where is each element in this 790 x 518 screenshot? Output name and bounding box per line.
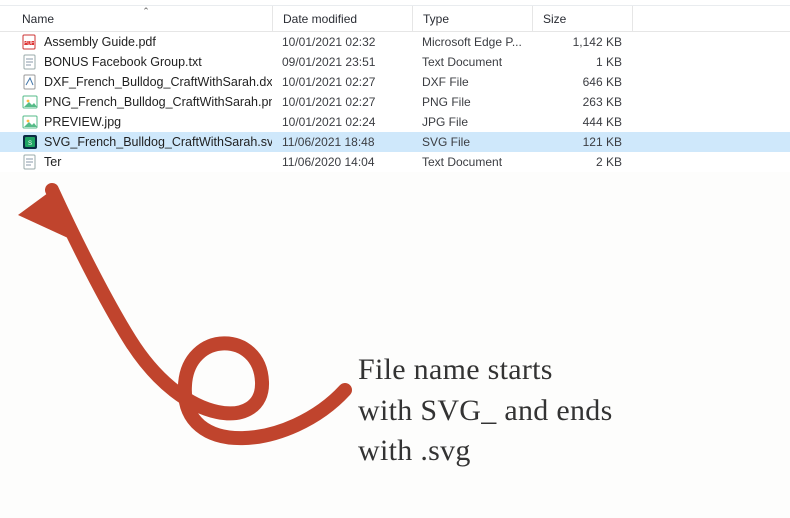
file-type-cell: SVG File xyxy=(412,135,532,149)
file-row[interactable]: Ter 11/06/2020 14:04Text Document2 KB xyxy=(0,152,790,172)
column-header-type[interactable]: Type xyxy=(412,6,532,31)
file-row[interactable]: DXF_French_Bulldog_CraftWithSarah.dxf10/… xyxy=(0,72,790,92)
jpg-file-icon xyxy=(22,114,38,130)
file-name-cell: PNG_French_Bulldog_CraftWithSarah.png xyxy=(0,94,272,110)
file-name-label: PREVIEW.jpg xyxy=(44,115,121,129)
svg-text:S: S xyxy=(28,141,32,147)
txt-file-icon xyxy=(22,154,38,170)
column-header-size-label: Size xyxy=(543,12,566,26)
file-row[interactable]: S SVG_French_Bulldog_CraftWithSarah.svg11… xyxy=(0,132,790,152)
file-name-label: Ter xyxy=(44,155,61,169)
file-type-cell: PNG File xyxy=(412,95,532,109)
file-date-cell: 10/01/2021 02:24 xyxy=(272,115,412,129)
txt-file-icon xyxy=(22,54,38,70)
file-name-cell: PDF Assembly Guide.pdf xyxy=(0,34,272,50)
file-size-cell: 1 KB xyxy=(532,55,632,69)
file-name-label: BONUS Facebook Group.txt xyxy=(44,55,202,69)
column-header-date[interactable]: Date modified xyxy=(272,6,412,31)
file-name-cell: DXF_French_Bulldog_CraftWithSarah.dxf xyxy=(0,74,272,90)
column-header-row: Name ⌃ Date modified Type Size xyxy=(0,6,790,32)
file-type-cell: JPG File xyxy=(412,115,532,129)
png-file-icon xyxy=(22,94,38,110)
file-date-cell: 11/06/2021 18:48 xyxy=(272,135,412,149)
file-name-label: PNG_French_Bulldog_CraftWithSarah.png xyxy=(44,95,272,109)
annotation-line-3: with .svg xyxy=(358,431,613,472)
file-size-cell: 121 KB xyxy=(532,135,632,149)
annotation-arrow xyxy=(10,160,390,490)
file-name-cell: S SVG_French_Bulldog_CraftWithSarah.svg xyxy=(0,134,272,150)
svg-file-icon: S xyxy=(22,134,38,150)
file-size-cell: 444 KB xyxy=(532,115,632,129)
dxf-file-icon xyxy=(22,74,38,90)
file-type-cell: DXF File xyxy=(412,75,532,89)
file-date-cell: 11/06/2020 14:04 xyxy=(272,155,412,169)
column-header-name[interactable]: Name ⌃ xyxy=(0,12,272,26)
file-size-cell: 646 KB xyxy=(532,75,632,89)
file-row[interactable]: PNG_French_Bulldog_CraftWithSarah.png10/… xyxy=(0,92,790,112)
file-size-cell: 1,142 KB xyxy=(532,35,632,49)
file-row[interactable]: BONUS Facebook Group.txt 09/01/2021 23:51… xyxy=(0,52,790,72)
file-name-cell: BONUS Facebook Group.txt xyxy=(0,54,272,70)
column-header-end xyxy=(632,6,790,31)
svg-text:PDF: PDF xyxy=(24,41,34,47)
file-size-cell: 263 KB xyxy=(532,95,632,109)
file-name-cell: PREVIEW.jpg xyxy=(0,114,272,130)
file-name-cell: Ter xyxy=(0,154,272,170)
file-date-cell: 09/01/2021 23:51 xyxy=(272,55,412,69)
file-type-cell: Microsoft Edge P... xyxy=(412,35,532,49)
annotation-line-2: with SVG_ and ends xyxy=(358,391,613,432)
annotation-line-1: File name starts xyxy=(358,350,613,391)
file-type-cell: Text Document xyxy=(412,155,532,169)
column-header-name-label: Name xyxy=(22,12,54,26)
file-date-cell: 10/01/2021 02:27 xyxy=(272,75,412,89)
file-name-label: Assembly Guide.pdf xyxy=(44,35,156,49)
file-date-cell: 10/01/2021 02:32 xyxy=(272,35,412,49)
file-row[interactable]: PDF Assembly Guide.pdf 10/01/2021 02:32Mic… xyxy=(0,32,790,52)
file-size-cell: 2 KB xyxy=(532,155,632,169)
annotation-text: File name starts with SVG_ and ends with… xyxy=(358,350,613,472)
file-name-label: DXF_French_Bulldog_CraftWithSarah.dxf xyxy=(44,75,272,89)
file-row[interactable]: PREVIEW.jpg 10/01/2021 02:24JPG File444 K… xyxy=(0,112,790,132)
file-list: PDF Assembly Guide.pdf 10/01/2021 02:32Mic… xyxy=(0,32,790,172)
file-type-cell: Text Document xyxy=(412,55,532,69)
column-header-type-label: Type xyxy=(423,12,449,26)
column-header-size[interactable]: Size xyxy=(532,6,632,31)
column-header-date-label: Date modified xyxy=(283,12,357,26)
sort-caret-icon: ⌃ xyxy=(142,6,150,17)
file-name-label: SVG_French_Bulldog_CraftWithSarah.svg xyxy=(44,135,272,149)
file-date-cell: 10/01/2021 02:27 xyxy=(272,95,412,109)
pdf-file-icon: PDF xyxy=(22,34,38,50)
